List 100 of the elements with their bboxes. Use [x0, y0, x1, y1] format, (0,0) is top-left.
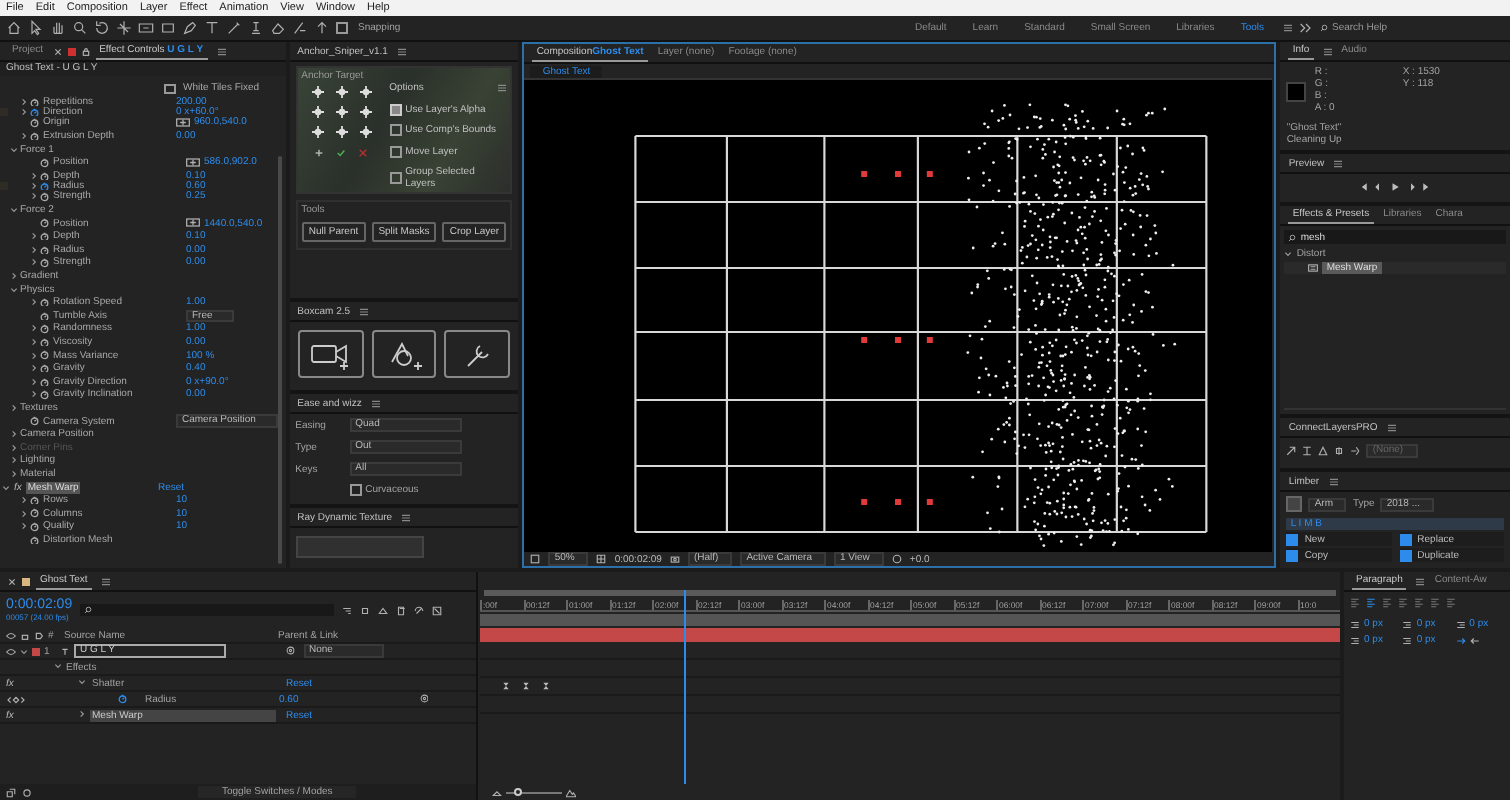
menu-icon[interactable]: [217, 47, 226, 55]
stopwatch-icon[interactable]: [30, 118, 39, 128]
align-icon[interactable]: [1350, 598, 1360, 608]
menu-icon[interactable]: [371, 399, 380, 407]
lock-icon[interactable]: [20, 631, 30, 639]
gear-icon[interactable]: [22, 787, 32, 797]
stopwatch-icon[interactable]: [30, 97, 39, 107]
last-frame-icon[interactable]: [1422, 182, 1433, 192]
stopwatch-icon[interactable]: [30, 107, 39, 117]
keyframe-icon[interactable]: [542, 682, 550, 690]
close-icon[interactable]: [53, 47, 62, 55]
tag-icon[interactable]: [34, 631, 44, 639]
checkbox[interactable]: [164, 83, 175, 95]
indent-icon[interactable]: [1455, 619, 1466, 629]
magnifier-icon[interactable]: [72, 20, 88, 36]
indent-icon[interactable]: [1350, 635, 1360, 645]
align-icon[interactable]: [1446, 598, 1456, 608]
stopwatch-icon[interactable]: [30, 535, 39, 545]
crosshair-icon[interactable]: [176, 118, 190, 128]
connector-tool-icon[interactable]: [1350, 446, 1361, 456]
pointer-icon[interactable]: [28, 20, 44, 36]
exposure-icon[interactable]: [891, 554, 902, 564]
menu-icon[interactable]: [402, 513, 411, 521]
home-icon[interactable]: [6, 20, 22, 36]
mountain-large-icon[interactable]: [566, 787, 576, 797]
stopwatch-icon[interactable]: [118, 694, 127, 704]
menu-icon[interactable]: [1334, 159, 1343, 167]
stopwatch-icon[interactable]: [40, 258, 49, 268]
stopwatch-icon[interactable]: [40, 337, 49, 347]
align-icon[interactable]: [1366, 598, 1376, 608]
stopwatch-icon[interactable]: [40, 297, 49, 307]
stopwatch-icon[interactable]: [40, 231, 49, 241]
connector-tool-icon[interactable]: [1318, 446, 1329, 456]
next-frame-icon[interactable]: [1406, 182, 1417, 192]
chevrons-icon[interactable]: [1298, 20, 1314, 36]
stopwatch-icon[interactable]: [40, 181, 49, 191]
timeline-switch-icon[interactable]: [414, 605, 425, 615]
pick-whip-icon[interactable]: [286, 646, 295, 656]
stopwatch-icon[interactable]: [40, 158, 49, 168]
connector-tool-icon[interactable]: [1334, 446, 1345, 456]
menu-icon[interactable]: [360, 307, 369, 315]
checkbox[interactable]: [389, 103, 402, 115]
stopwatch-icon[interactable]: [40, 311, 49, 321]
text-direction-icon[interactable]: [1469, 635, 1480, 645]
stopwatch-icon[interactable]: [40, 377, 49, 387]
camera-icon[interactable]: [669, 554, 680, 564]
keyframe-icon[interactable]: [522, 682, 530, 690]
pen-icon[interactable]: [182, 20, 198, 36]
stopwatch-icon[interactable]: [40, 192, 49, 202]
add-shape-button[interactable]: [371, 330, 437, 378]
rotate-icon[interactable]: [94, 20, 110, 36]
stopwatch-icon[interactable]: [40, 363, 49, 373]
stopwatch-icon[interactable]: [40, 245, 49, 255]
timeline-switch-icon[interactable]: [396, 605, 407, 615]
menu-icon[interactable]: [498, 84, 507, 92]
stopwatch-icon[interactable]: [30, 416, 39, 426]
indent-icon[interactable]: [1402, 635, 1413, 645]
previous-frame-icon[interactable]: [1374, 182, 1385, 192]
plus-icon[interactable]: [314, 148, 325, 158]
menu-icon[interactable]: [1323, 47, 1332, 55]
connector-tool-icon[interactable]: [1286, 446, 1297, 456]
rectangle-icon[interactable]: [160, 20, 176, 36]
checkbox[interactable]: [336, 22, 348, 34]
menu-icon[interactable]: [101, 577, 110, 585]
menu-icon[interactable]: [397, 47, 406, 55]
scrollbar[interactable]: [277, 156, 282, 564]
keyframe-navigator-icon[interactable]: [6, 695, 26, 703]
crosshair-icon[interactable]: [186, 218, 200, 228]
stopwatch-icon[interactable]: [30, 131, 39, 141]
align-icon[interactable]: [1430, 598, 1440, 608]
checkbox[interactable]: [389, 172, 402, 184]
stopwatch-icon[interactable]: [30, 508, 39, 518]
menu-icon[interactable]: [1284, 24, 1292, 32]
stopwatch-icon[interactable]: [40, 324, 49, 334]
stopwatch-icon[interactable]: [30, 495, 39, 505]
checkmark-icon[interactable]: [336, 148, 347, 158]
play-icon[interactable]: [1390, 182, 1401, 192]
keyframe-icon[interactable]: [502, 682, 510, 690]
menu-icon[interactable]: [1387, 423, 1396, 431]
connector-tool-icon[interactable]: [1302, 446, 1313, 456]
checkbox[interactable]: [389, 124, 402, 136]
indent-icon[interactable]: [1350, 619, 1360, 629]
stopwatch-icon[interactable]: [40, 171, 49, 181]
align-icon[interactable]: [1398, 598, 1408, 608]
stopwatch-icon[interactable]: [30, 522, 39, 532]
indent-icon[interactable]: [1402, 619, 1413, 629]
mountain-small-icon[interactable]: [492, 787, 502, 797]
pick-whip-icon[interactable]: [419, 694, 428, 704]
stopwatch-icon[interactable]: [40, 390, 49, 400]
hand-icon[interactable]: [50, 20, 66, 36]
menu-icon[interactable]: [1329, 477, 1338, 485]
brush-icon[interactable]: [226, 20, 242, 36]
text-direction-icon[interactable]: [1455, 635, 1466, 645]
crosshair-icon[interactable]: [186, 158, 200, 168]
grid-icon[interactable]: [596, 554, 607, 564]
align-icon[interactable]: [1414, 598, 1424, 608]
timeline-switch-icon[interactable]: [342, 605, 353, 615]
close-icon[interactable]: [8, 577, 16, 585]
lock-icon[interactable]: [81, 47, 90, 55]
zoom-slider-thumb[interactable]: [513, 787, 522, 795]
